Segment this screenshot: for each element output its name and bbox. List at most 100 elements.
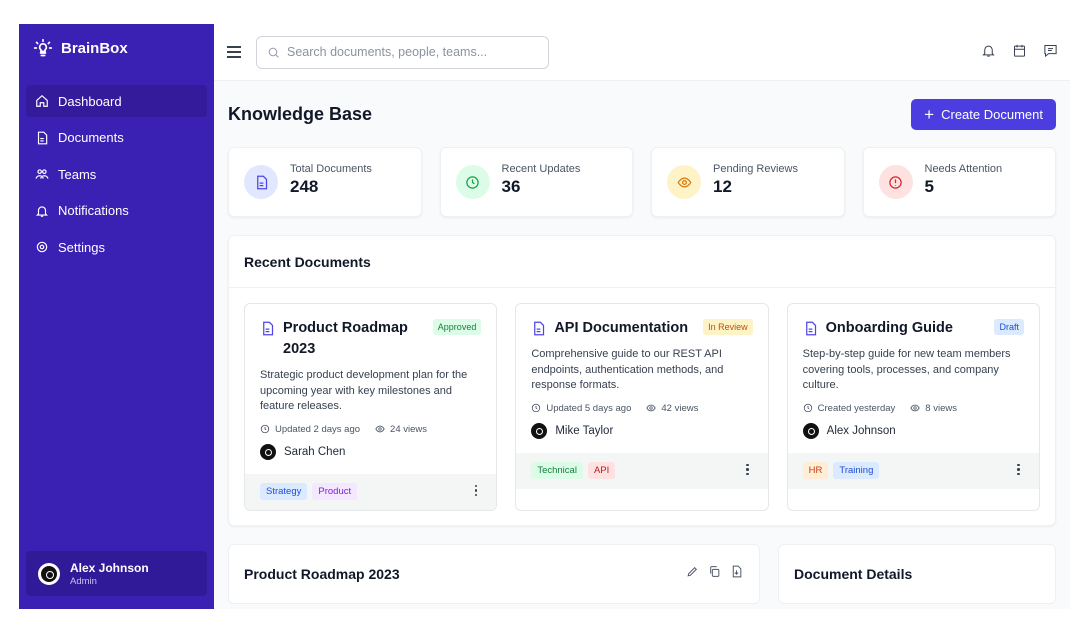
stat-card-total-documents[interactable]: Total Documents 248 [228, 147, 422, 217]
card-meta: Created yesterday 8 views [803, 403, 1024, 414]
eye-icon [646, 404, 657, 412]
card-meta: Updated 2 days ago 24 views [260, 424, 481, 435]
user-name: Alex Johnson [70, 560, 149, 575]
side-panel-title: Document Details [794, 565, 913, 582]
brand-name: BrainBox [61, 39, 128, 57]
document-cards: Product Roadmap 2023 Approved Strategic … [229, 288, 1055, 525]
sidebar-item-documents[interactable]: Documents [26, 122, 207, 154]
search-box[interactable] [256, 35, 549, 69]
document-icon [37, 131, 48, 144]
tag[interactable]: API [587, 462, 616, 479]
more-options-icon[interactable] [1017, 463, 1020, 475]
document-card[interactable]: Onboarding Guide Draft Step-by-step guid… [786, 303, 1040, 511]
stat-card-recent-updates[interactable]: Recent Updates 36 [439, 147, 633, 217]
avatar [802, 422, 819, 439]
stat-icon-wrap [667, 165, 701, 199]
page-title: Knowledge Base [228, 103, 373, 124]
create-document-button[interactable]: + Create Document [911, 98, 1056, 130]
stat-value: 248 [290, 177, 319, 196]
updated-text: Updated 5 days ago [546, 402, 632, 414]
stat-value: 5 [924, 177, 934, 196]
author-name: Sarah Chen [284, 445, 346, 458]
sidebar-item-label: Settings [58, 239, 105, 255]
card-title-text: Onboarding Guide [825, 320, 953, 336]
views-text: 8 views [925, 402, 957, 414]
document-card[interactable]: API Documentation In Review Comprehensiv… [515, 303, 769, 511]
card-footer: Technical API [516, 452, 768, 489]
sidebar-item-label: Dashboard [58, 93, 122, 109]
user-profile[interactable]: Alex Johnson Admin [26, 551, 207, 596]
sidebar-item-label: Notifications [58, 203, 129, 218]
stat-value: 36 [501, 177, 521, 196]
status-badge: In Review [703, 319, 753, 335]
bell-icon [35, 205, 49, 217]
copy-icon[interactable] [708, 565, 721, 578]
tag[interactable]: Product [312, 483, 358, 500]
tag[interactable]: Technical [531, 462, 583, 479]
clock-icon [466, 175, 479, 189]
avatar [531, 422, 548, 439]
header-actions [981, 43, 1058, 58]
status-badge: Draft [994, 319, 1024, 335]
stat-icon-wrap [455, 165, 490, 199]
avatar [38, 562, 60, 585]
tag[interactable]: HR [802, 462, 829, 479]
topbar [214, 24, 1070, 81]
sidebar-item-teams[interactable]: Teams [26, 158, 207, 190]
stat-icon-wrap [878, 165, 913, 199]
document-icon [263, 321, 274, 336]
stat-value: 12 [713, 177, 732, 196]
document-card[interactable]: Product Roadmap 2023 Approved Strategic … [244, 303, 498, 511]
eye-icon [910, 404, 920, 412]
sidebar-item-label: Teams [58, 166, 97, 182]
more-options-icon[interactable] [474, 484, 478, 496]
page-header: Knowledge Base + Create Document [228, 81, 1056, 147]
clock-icon [260, 424, 270, 434]
card-author: Mike Taylor [531, 422, 752, 439]
author-name: Alex Johnson [826, 424, 896, 437]
create-document-label: Create Document [941, 106, 1043, 122]
bell-icon[interactable] [981, 43, 996, 58]
stat-label: Total Documents [290, 163, 372, 175]
detail-title: Product Roadmap 2023 [244, 565, 400, 582]
status-badge: Approved [432, 319, 482, 335]
card-description: Strategic product development plan for t… [260, 369, 468, 412]
edit-icon[interactable] [686, 565, 699, 578]
avatar [260, 443, 276, 460]
content: Knowledge Base + Create Document Total D… [214, 81, 1070, 604]
card-title[interactable]: API Documentation [531, 318, 688, 339]
stat-label: Recent Updates [501, 163, 581, 175]
search-input[interactable] [287, 45, 527, 59]
document-details-panel: Document Details [778, 543, 1056, 604]
tag[interactable]: Training [833, 462, 880, 479]
brand[interactable]: BrainBox [19, 24, 214, 72]
card-footer: Strategy Product [245, 473, 497, 510]
tag[interactable]: Strategy [260, 483, 308, 500]
card-title[interactable]: Product Roadmap 2023 [260, 318, 413, 360]
document-icon [256, 175, 267, 189]
user-role: Admin [70, 575, 97, 587]
card-author: Sarah Chen [260, 443, 481, 460]
eye-icon [375, 425, 385, 433]
calendar-icon[interactable] [1012, 43, 1027, 58]
sidebar-item-settings[interactable]: Settings [26, 231, 207, 263]
sidebar-item-notifications[interactable]: Notifications [26, 195, 207, 227]
download-icon[interactable] [730, 565, 743, 578]
stat-card-pending-reviews[interactable]: Pending Reviews 12 [651, 147, 845, 217]
stat-card-needs-attention[interactable]: Needs Attention 5 [862, 147, 1056, 217]
stat-label: Needs Attention [924, 163, 1003, 175]
views-text: 24 views [390, 423, 428, 435]
eye-icon [677, 176, 691, 188]
stat-icon-wrap [244, 165, 278, 199]
card-title[interactable]: Onboarding Guide [803, 318, 953, 339]
message-icon[interactable] [1043, 43, 1058, 58]
updated-text: Created yesterday [817, 402, 896, 414]
alert-icon [889, 175, 902, 189]
more-options-icon[interactable] [746, 463, 749, 475]
menu-toggle-button[interactable] [227, 46, 241, 58]
card-description: Comprehensive guide to our REST API endp… [531, 348, 724, 391]
plus-icon: + [924, 104, 935, 124]
sidebar-item-dashboard[interactable]: Dashboard [26, 85, 207, 117]
card-meta: Updated 5 days ago 42 views [531, 403, 752, 414]
card-title-text: API Documentation [554, 320, 689, 336]
